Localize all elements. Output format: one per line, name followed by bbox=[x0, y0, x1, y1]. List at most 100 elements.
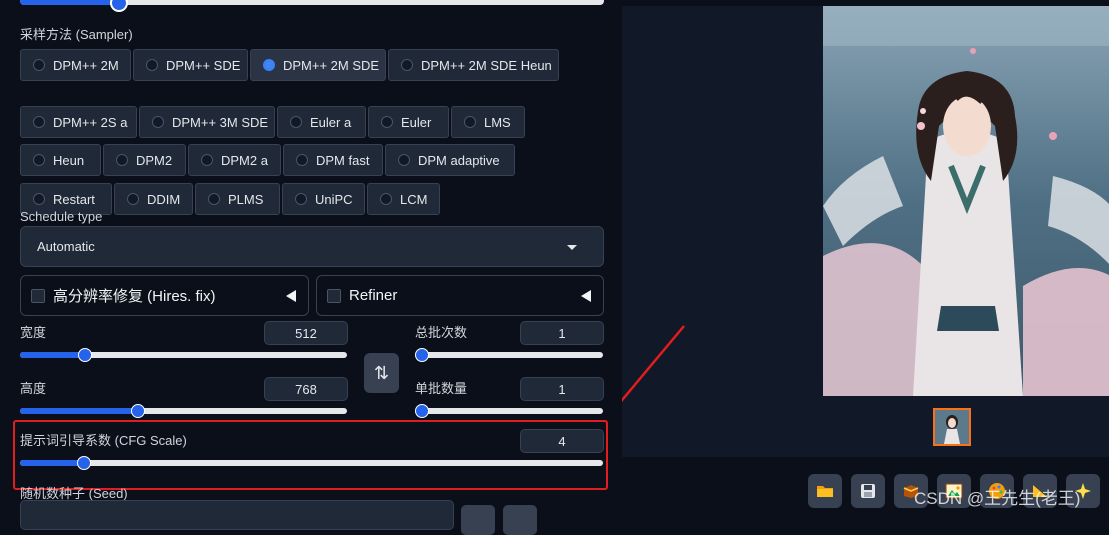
refiner-label: Refiner bbox=[349, 287, 398, 304]
width-slider[interactable] bbox=[20, 348, 347, 362]
gallery-thumbnail[interactable] bbox=[933, 408, 971, 446]
save-icon bbox=[861, 484, 875, 498]
batch-count-label: 总批次数 bbox=[415, 325, 468, 340]
sampler-option-label: DPM++ 3M SDE bbox=[172, 114, 269, 130]
height-slider-thumb[interactable] bbox=[130, 404, 145, 418]
sampler-option-label: Euler a bbox=[310, 114, 352, 130]
radio-unchecked-icon bbox=[381, 116, 393, 128]
width-input[interactable]: 512 bbox=[264, 321, 348, 345]
swap-arrows-icon: ⇅ bbox=[373, 362, 390, 383]
radio-unchecked-icon bbox=[201, 154, 213, 166]
thumbnail-art bbox=[935, 410, 969, 444]
sampler-option[interactable]: DPM adaptive bbox=[385, 144, 515, 176]
hires-fix-accordion[interactable]: 高分辨率修复 (Hires. fix) bbox=[20, 275, 309, 316]
save-button[interactable] bbox=[851, 474, 885, 508]
sampler-option[interactable]: DPM fast bbox=[283, 144, 383, 176]
sampler-option-label: DPM++ 2M bbox=[53, 57, 119, 73]
height-input[interactable]: 768 bbox=[264, 377, 348, 401]
height-slider[interactable] bbox=[20, 404, 347, 418]
sampler-option-label: DPM2 a bbox=[221, 152, 268, 168]
sampler-title: 采样方法 (Sampler) bbox=[20, 27, 133, 42]
radio-unchecked-icon bbox=[33, 193, 45, 205]
sampler-option-label: DPM++ SDE bbox=[166, 57, 241, 73]
sampler-option-label: Restart bbox=[53, 191, 95, 207]
sampler-option[interactable]: DPM++ 2M SDE Heun bbox=[388, 49, 559, 81]
schedule-type-title: Schedule type bbox=[20, 209, 103, 224]
radio-unchecked-icon bbox=[127, 193, 139, 205]
sampler-option-label: PLMS bbox=[228, 191, 264, 207]
sampler-option-label: DPM2 bbox=[136, 152, 173, 168]
output-panel: CSDN @王先生(老王) bbox=[622, 6, 1109, 517]
collapse-arrow-icon[interactable] bbox=[581, 290, 591, 302]
output-toolbar: CSDN @王先生(老王) bbox=[622, 457, 1109, 517]
refiner-checkbox[interactable] bbox=[327, 288, 341, 303]
cfg-highlight-box bbox=[13, 420, 608, 490]
batch-count-slider[interactable] bbox=[415, 348, 603, 362]
folder-icon bbox=[817, 486, 833, 497]
sampler-option-label: DPM fast bbox=[316, 152, 370, 168]
sampler-option-label: LMS bbox=[484, 114, 511, 130]
radio-unchecked-icon bbox=[208, 193, 220, 205]
radio-unchecked-icon bbox=[296, 154, 308, 166]
sampler-option-label: DPM adaptive bbox=[418, 152, 500, 168]
open-folder-button[interactable] bbox=[808, 474, 842, 508]
sampler-option-label: Euler bbox=[401, 114, 432, 130]
settings-panel: 采样方法 (Sampler) DPM++ 2M DPM++ SDE DPM++ 2M… bbox=[0, 0, 614, 535]
top-slider-thumb[interactable] bbox=[110, 0, 129, 12]
radio-unchecked-icon bbox=[146, 59, 158, 71]
sampler-option[interactable]: DPM++ 2M SDE bbox=[250, 49, 386, 81]
radio-unchecked-icon bbox=[33, 116, 45, 128]
batch-size-input[interactable]: 1 bbox=[520, 377, 604, 401]
batch-count-input[interactable]: 1 bbox=[520, 321, 604, 345]
seed-input[interactable] bbox=[20, 500, 454, 530]
width-label: 宽度 bbox=[20, 325, 47, 340]
random-seed-button[interactable] bbox=[461, 505, 495, 535]
sampler-option[interactable]: Euler bbox=[368, 106, 449, 138]
sampler-option[interactable]: DPM2 bbox=[103, 144, 186, 176]
top-slider[interactable] bbox=[20, 0, 604, 12]
hires-fix-checkbox[interactable] bbox=[31, 288, 45, 303]
collapse-arrow-icon[interactable] bbox=[286, 290, 296, 302]
reuse-seed-button[interactable] bbox=[503, 505, 537, 535]
batch-size-slider-thumb[interactable] bbox=[415, 404, 429, 418]
sampler-option[interactable]: LMS bbox=[451, 106, 525, 138]
sampler-option[interactable]: DPM++ SDE bbox=[133, 49, 248, 81]
generated-image-art bbox=[823, 6, 1109, 396]
sampler-option[interactable]: DPM++ 3M SDE bbox=[139, 106, 275, 138]
generated-image[interactable] bbox=[823, 6, 1109, 396]
sampler-option[interactable]: Euler a bbox=[277, 106, 366, 138]
schedule-type-select[interactable]: Automatic bbox=[20, 226, 604, 267]
sampler-option[interactable]: PLMS bbox=[195, 183, 280, 215]
hires-fix-label: 高分辨率修复 (Hires. fix) bbox=[53, 288, 216, 305]
watermark-text: CSDN @王先生(老王) bbox=[914, 489, 1081, 508]
radio-unchecked-icon bbox=[290, 116, 302, 128]
sampler-option[interactable]: DDIM bbox=[114, 183, 193, 215]
sampler-option[interactable]: DPM++ 2M bbox=[20, 49, 131, 81]
batch-size-label: 单批数量 bbox=[415, 381, 468, 396]
sampler-option[interactable]: Heun bbox=[20, 144, 101, 176]
refiner-accordion[interactable]: Refiner bbox=[316, 275, 604, 316]
radio-unchecked-icon bbox=[295, 193, 307, 205]
sampler-option[interactable]: LCM bbox=[367, 183, 440, 215]
radio-unchecked-icon bbox=[152, 116, 164, 128]
sampler-option[interactable]: DPM++ 2S a bbox=[20, 106, 137, 138]
sampler-option[interactable]: DPM2 a bbox=[188, 144, 281, 176]
sampler-option-label: DPM++ 2M SDE bbox=[283, 57, 380, 73]
width-slider-thumb[interactable] bbox=[78, 348, 93, 362]
top-slider-fill bbox=[20, 0, 120, 5]
radio-unchecked-icon bbox=[33, 154, 45, 166]
height-label: 高度 bbox=[20, 381, 47, 396]
swap-dimensions-button[interactable]: ⇅ bbox=[364, 353, 399, 393]
radio-unchecked-icon bbox=[398, 154, 410, 166]
batch-count-slider-thumb[interactable] bbox=[415, 348, 429, 362]
sampler-option[interactable]: UniPC bbox=[282, 183, 365, 215]
height-slider-fill bbox=[20, 408, 138, 414]
batch-size-slider[interactable] bbox=[415, 404, 603, 418]
radio-unchecked-icon bbox=[380, 193, 392, 205]
sampler-option-label: DPM++ 2M SDE Heun bbox=[421, 57, 552, 73]
sampler-option-label: DPM++ 2S a bbox=[53, 114, 128, 130]
sampler-option-label: LCM bbox=[400, 191, 428, 207]
sampler-option-label: DDIM bbox=[147, 191, 181, 207]
radio-unchecked-icon bbox=[33, 59, 45, 71]
chevron-down-icon bbox=[567, 245, 577, 250]
